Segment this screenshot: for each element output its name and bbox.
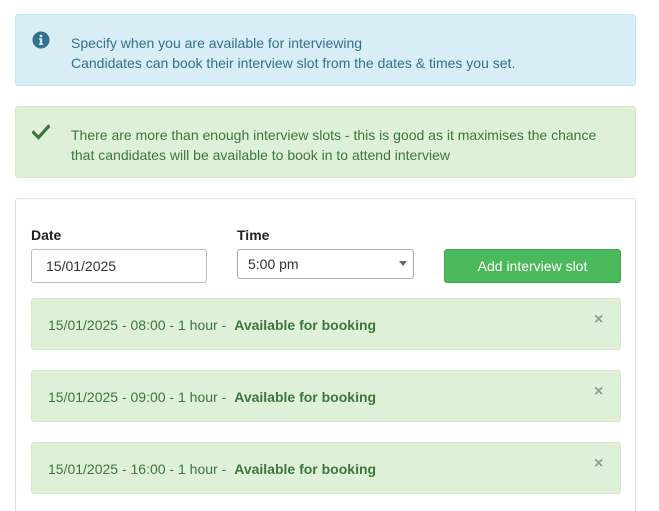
slot-text: 15/01/2025 - 08:00 - 1 hour - Available f… <box>48 315 376 335</box>
time-select-value: 5:00 pm <box>248 256 299 272</box>
slot-item: 15/01/2025 - 08:00 - 1 hour - Available f… <box>31 298 621 350</box>
time-label: Time <box>237 227 270 243</box>
info-alert-line1: Specify when you are available for inter… <box>71 35 363 51</box>
chevron-down-icon <box>399 261 407 266</box>
close-icon[interactable]: × <box>594 312 606 328</box>
close-icon[interactable]: × <box>594 384 606 400</box>
date-input[interactable]: 15/01/2025 <box>31 249 207 283</box>
slot-time: 15/01/2025 - 08:00 - 1 hour - <box>48 317 227 333</box>
slot-status: Available for booking <box>234 461 377 477</box>
slot-item: 15/01/2025 - 09:00 - 1 hour - Available f… <box>31 370 621 422</box>
info-circle-icon <box>32 31 50 49</box>
success-alert-line1: There are more than enough interview slo… <box>71 127 597 143</box>
info-alert: Specify when you are available for inter… <box>15 14 636 86</box>
slot-text: 15/01/2025 - 09:00 - 1 hour - Available f… <box>48 387 376 407</box>
slot-status: Available for booking <box>234 389 377 405</box>
success-alert-line2: that candidates will be available to boo… <box>71 147 451 163</box>
date-label: Date <box>31 227 62 243</box>
close-icon[interactable]: × <box>594 456 606 472</box>
slot-item: 15/01/2025 - 16:00 - 1 hour - Available f… <box>31 442 621 494</box>
add-interview-slot-button[interactable]: Add interview slot <box>444 249 621 283</box>
slot-time: 15/01/2025 - 09:00 - 1 hour - <box>48 389 227 405</box>
time-select[interactable]: 5:00 pm <box>237 249 414 279</box>
success-alert: There are more than enough interview slo… <box>15 106 636 178</box>
checkmark-icon <box>32 124 50 140</box>
interview-slots-panel: Date 15/01/2025 Time 5:00 pm Add intervi… <box>15 198 636 511</box>
slot-status: Available for booking <box>234 317 377 333</box>
slot-time: 15/01/2025 - 16:00 - 1 hour - <box>48 461 227 477</box>
info-alert-line2: Candidates can book their interview slot… <box>71 55 516 71</box>
success-alert-text: There are more than enough interview slo… <box>71 125 619 165</box>
slot-text: 15/01/2025 - 16:00 - 1 hour - Available f… <box>48 459 376 479</box>
info-alert-text: Specify when you are available for inter… <box>71 33 619 73</box>
